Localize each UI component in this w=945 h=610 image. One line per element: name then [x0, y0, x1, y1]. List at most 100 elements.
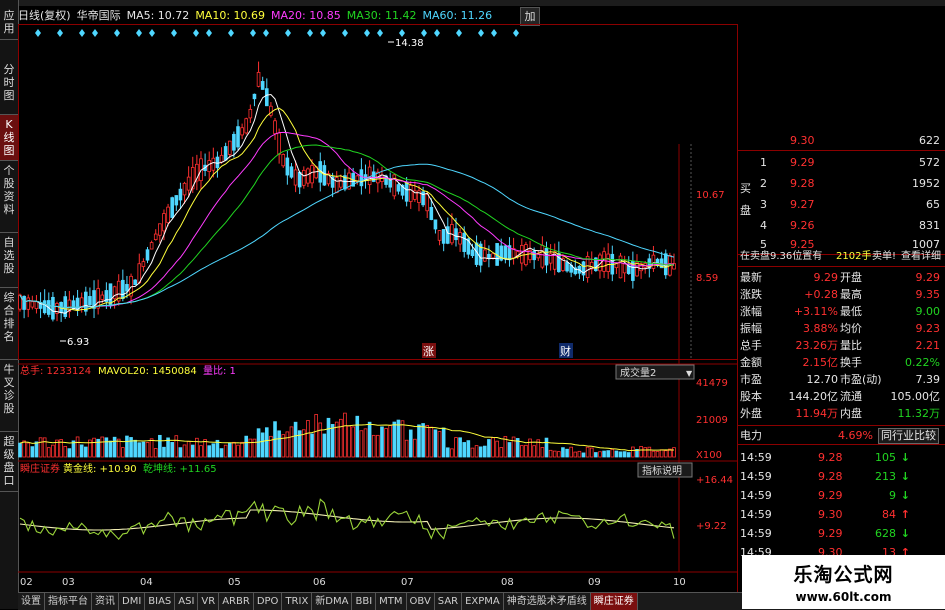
large-order-notice[interactable]: 在卖盘9.36位置有 2102手 卖单! 查看详细	[738, 248, 945, 265]
trade-time: 14:59	[740, 489, 772, 502]
volume-bar	[125, 435, 129, 458]
tab-ranking[interactable]: 综合排名	[0, 288, 18, 360]
tab-indicator-platform[interactable]: 指标平台	[45, 593, 92, 610]
chevron-down-icon[interactable]: ▼	[686, 369, 693, 378]
tab-new-dma[interactable]: 新DMA	[312, 593, 353, 610]
volume-dropdown-label: 成交量2	[620, 366, 656, 379]
tab-contradiction-line[interactable]: 神奇选股术矛盾线	[504, 593, 591, 610]
volume-bar	[108, 440, 113, 458]
tab-stock-profile[interactable]: 个股资料	[0, 161, 18, 233]
candle-body	[137, 263, 142, 284]
volume-bar	[569, 446, 573, 458]
tab-intraday[interactable]: 分时图	[0, 60, 18, 115]
candle-body	[565, 262, 569, 272]
industry-compare-button[interactable]: 同行业比较	[878, 428, 939, 444]
volume-bar	[92, 437, 96, 458]
tab-app[interactable]: 应用	[0, 6, 18, 40]
tab-sar[interactable]: SAR	[435, 593, 463, 610]
tab-vr[interactable]: VR	[198, 593, 220, 610]
tab-obv[interactable]: OBV	[407, 593, 435, 610]
quote-value: 9.35	[915, 288, 941, 301]
volume-bar	[573, 451, 578, 458]
volume-bar	[67, 448, 72, 458]
tab-bias[interactable]: BIAS	[145, 593, 176, 610]
tab-settings[interactable]: 设置	[18, 593, 45, 610]
period-label[interactable]: 日线(复权)	[18, 9, 71, 22]
tab-mtm[interactable]: MTM	[376, 593, 407, 610]
high-price-label: 14.38	[395, 38, 424, 49]
volume-bar	[203, 439, 207, 458]
quote-value: 0.22%	[905, 356, 940, 369]
bid-row[interactable]: 4 9.26 831	[738, 217, 945, 234]
volume-bar	[211, 443, 216, 458]
tab-arbr[interactable]: ARBR	[219, 593, 254, 610]
quote-label: 流通	[840, 390, 862, 403]
tab-watchlist[interactable]: 自选股	[0, 233, 18, 288]
quote-label: 内盘	[840, 407, 862, 420]
candle-body	[425, 193, 430, 212]
volume-bar	[190, 444, 195, 458]
price-tick-lower: 8.59	[696, 273, 718, 284]
xaxis-label: 02	[20, 577, 33, 588]
volume-bar	[162, 446, 166, 458]
quote-label: 量比	[840, 339, 862, 352]
event-diamond	[149, 29, 155, 37]
tab-asi[interactable]: ASI	[175, 593, 199, 610]
volume-bar	[248, 438, 253, 458]
volume-bar	[38, 437, 43, 458]
candle-body	[359, 169, 364, 187]
trade-volume: 9	[889, 489, 896, 502]
candle-body	[293, 169, 298, 186]
volume-bar	[339, 418, 343, 458]
view-detail-link[interactable]: 查看详细	[901, 248, 941, 265]
bid-row[interactable]: 1 9.29 572	[738, 154, 945, 171]
event-diamond	[307, 29, 313, 37]
tab-instant-securities[interactable]: 瞬庄证券	[590, 593, 638, 610]
tab-kline[interactable]: K线图	[0, 115, 18, 161]
candle-body	[297, 172, 302, 188]
volume-bar	[388, 425, 392, 458]
candle-body	[606, 253, 610, 273]
candle-body	[22, 295, 26, 310]
tab-bbi[interactable]: BBI	[352, 593, 377, 610]
bid-row[interactable]: 3 9.27 65	[738, 196, 945, 213]
quote-label: 开盘	[840, 271, 862, 284]
tab-dmi[interactable]: DMI	[119, 593, 146, 610]
volume-bar	[371, 434, 376, 458]
tab-expma[interactable]: EXPMA	[462, 593, 504, 610]
candle-body	[166, 206, 170, 224]
candle-body	[215, 156, 220, 169]
quote-row: 外盘 11.94万 内盘 11.32万	[738, 405, 945, 422]
tab-diagnosis[interactable]: 牛叉诊股	[0, 360, 18, 432]
tab-news[interactable]: 资讯	[92, 593, 119, 610]
volume-bar	[51, 444, 55, 458]
quote-label: 总手	[740, 339, 762, 352]
candle-body	[277, 132, 281, 155]
quote-label: 金额	[740, 356, 762, 369]
event-diamond	[364, 29, 370, 37]
xaxis-label: 05	[228, 577, 241, 588]
tab-dpo[interactable]: DPO	[254, 593, 283, 610]
bid-row[interactable]: 2 9.28 1952	[738, 175, 945, 192]
tab-super-level2[interactable]: 超级盘口	[0, 432, 18, 492]
candle-body	[322, 165, 327, 186]
candle-body	[462, 232, 467, 252]
volume-bar	[647, 446, 652, 458]
volume-bar	[478, 446, 483, 458]
volume-bar	[256, 428, 261, 458]
event-diamond	[57, 29, 63, 37]
kline-chart[interactable]: 14.38 6.93 10.67 8.59 涨 财 总手: 1233124 MA…	[18, 24, 738, 592]
tab-trix[interactable]: TRIX	[282, 593, 313, 610]
xaxis-label: 03	[62, 577, 75, 588]
event-diamond	[114, 29, 120, 37]
volume-bar	[129, 437, 133, 458]
volume-bar	[363, 428, 368, 458]
volume-bar	[643, 447, 648, 458]
trade-row: 14:59 9.30 84 ↑	[738, 506, 945, 523]
volume-ratio-label: 量比: 1	[203, 365, 236, 377]
event-marker-cai-label: 财	[560, 344, 571, 358]
event-diamond	[421, 29, 427, 37]
volume-bar	[557, 451, 561, 458]
volume-bar	[158, 434, 162, 458]
xaxis-label: 10	[673, 577, 686, 588]
